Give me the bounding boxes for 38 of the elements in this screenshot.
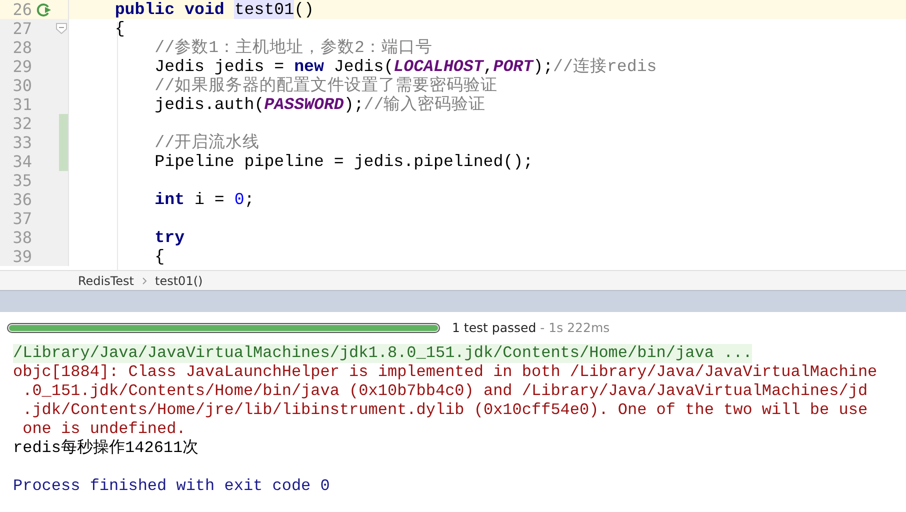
line-number: 38 (12, 228, 32, 247)
code-line: int i = 0; (154, 190, 254, 209)
test-result: 1 test passed (452, 320, 536, 335)
code-line: //参数1：主机地址，参数2：端口号 (154, 38, 432, 57)
console-line: redis每秒操作142611次 (13, 439, 199, 457)
line-number: 31 (12, 95, 32, 114)
console-line: .0_151.jdk/Contents/Home/bin/java (0x10b7bb4c0) and /Library/Java/JavaVirtualMachines/jd (22, 382, 868, 400)
console-line: one is undefined. (22, 420, 186, 438)
console-line: Process finished with exit code 0 (13, 477, 330, 495)
run-icon[interactable] (36, 2, 52, 18)
line-number: 37 (12, 209, 32, 228)
chevron-icon (142, 276, 148, 284)
code-line: //如果服务器的配置文件设置了需要密码验证 (154, 76, 498, 95)
line-number: 29 (12, 57, 32, 76)
test-duration: - 1s 222ms (540, 320, 610, 335)
code-line: jedis.auth(PASSWORD);//输入密码验证 (154, 95, 486, 114)
line-number: 33 (12, 133, 32, 152)
line-number: 36 (12, 190, 32, 209)
line-number: 28 (12, 38, 32, 57)
breadcrumb-item[interactable]: test01() (155, 274, 203, 288)
code-line: Pipeline pipeline = jedis.pipelined(); (154, 152, 534, 171)
breadcrumb-item[interactable]: RedisTest (78, 274, 134, 288)
code-line: { (114, 19, 125, 38)
code-line: //开启流水线 (154, 133, 260, 152)
code-line: { (154, 247, 165, 266)
code-line: Jedis jedis = new Jedis(LOCALHOST,PORT);//连接redis (154, 57, 657, 76)
fold-icon[interactable] (56, 23, 67, 34)
code-line: try (154, 228, 185, 247)
line-number: 39 (12, 247, 32, 266)
line-number: 26 (12, 0, 32, 19)
line-number: 30 (12, 76, 32, 95)
console-line: .jdk/Contents/Home/jre/lib/libinstrument.dylib (0x10cff54e0). One of the two will be use (22, 401, 868, 419)
line-number: 32 (12, 114, 32, 133)
line-number: 35 (12, 171, 32, 190)
line-number: 34 (12, 152, 32, 171)
code-line: public void test01() (114, 0, 314, 19)
line-number: 27 (12, 19, 32, 38)
console-line: objc[1884]: Class JavaLaunchHelper is implemented in both /Library/Java/JavaVirtualMachine (13, 363, 878, 381)
